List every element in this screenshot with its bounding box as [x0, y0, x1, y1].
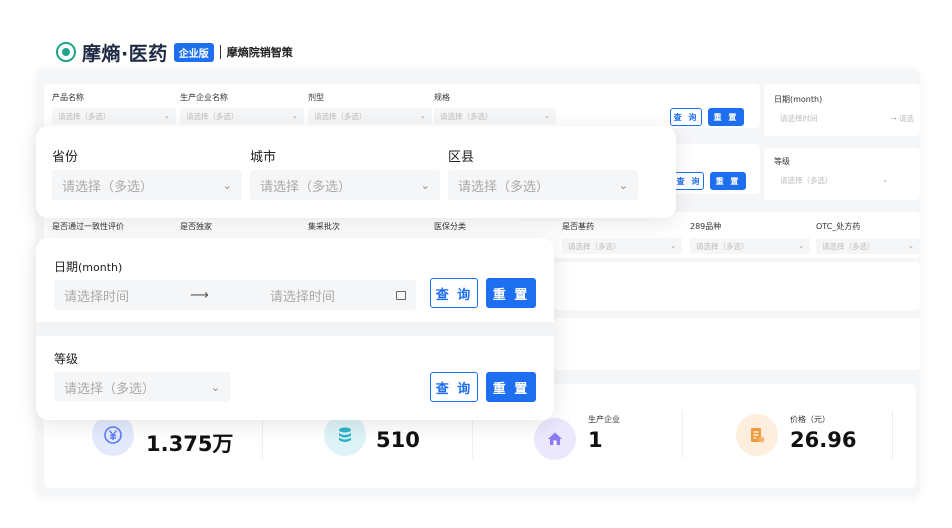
- query-button-grade[interactable]: 查 询: [430, 372, 478, 402]
- chevron-down-icon: ⌄: [292, 112, 298, 120]
- essential-drug-select[interactable]: 请选择（多选） ⌄: [562, 238, 682, 254]
- manufacturer-select[interactable]: 请选择（多选） ⌄: [180, 108, 304, 124]
- document-icon: [736, 414, 778, 456]
- chevron-down-icon: ⌄: [908, 242, 914, 250]
- stat-value-1: 1.375万: [146, 432, 234, 456]
- filter-label-289: 289品种: [690, 222, 722, 231]
- reset-button-row2[interactable]: 重 置: [710, 172, 746, 190]
- city-label: 城市: [250, 150, 277, 165]
- filter-label-essential: 是否基药: [562, 222, 594, 231]
- header-divider: [219, 45, 221, 59]
- product-select[interactable]: 请选择（多选） ⌄: [52, 108, 176, 124]
- province-label: 省份: [52, 150, 79, 165]
- query-button-top[interactable]: 查 询: [670, 108, 702, 126]
- chevron-down-icon: ⌄: [618, 178, 628, 192]
- filter-label-otc: OTC_处方药: [816, 222, 861, 231]
- filter-label-manufacturer: 生产企业名称: [180, 93, 228, 102]
- enterprise-badge: 企业版: [173, 42, 214, 62]
- query-button-row2[interactable]: 查 询: [674, 172, 704, 190]
- date-range-input-right[interactable]: 请选择时间 → 请选: [774, 110, 920, 126]
- chevron-down-icon: ⌄: [164, 112, 170, 120]
- start-date-placeholder: 请选择时间: [64, 289, 130, 305]
- filter-label-vbp: 集采批次: [308, 222, 340, 231]
- reset-button-grade[interactable]: 重 置: [486, 372, 536, 402]
- filter-label-date: 日期(month): [774, 95, 823, 104]
- date-grade-popup: 日期(month) 请选择时间 ⟶ 请选择时间 查 询 重 置 等级 请选择（多…: [36, 238, 554, 420]
- chevron-down-icon: ⌄: [420, 112, 426, 120]
- filter-label-insurance: 医保分类: [434, 222, 466, 231]
- logo-icon: [56, 42, 76, 62]
- stat-divider: [682, 410, 683, 458]
- reset-button-top[interactable]: 重 置: [708, 108, 744, 126]
- spec-select[interactable]: 请选择（多选） ⌄: [434, 108, 556, 124]
- filter-label-grade-right: 等级: [774, 157, 790, 166]
- stat-value-4: 26.96: [790, 428, 857, 452]
- database-icon: [324, 414, 366, 456]
- grade-label: 等级: [54, 352, 79, 366]
- stat-divider: [892, 410, 893, 458]
- calendar-icon: [396, 290, 406, 300]
- filter-label-exclusive: 是否独家: [180, 222, 212, 231]
- arrow-right-icon: ⟶: [190, 287, 209, 303]
- stat-label-3: 生产企业: [588, 415, 620, 424]
- end-date-placeholder: 请选择时间: [269, 289, 335, 305]
- app-subtitle: 摩熵院销智策: [226, 46, 293, 59]
- stat-value-2: 510: [376, 428, 420, 452]
- date-range-input[interactable]: 请选择时间 ⟶ 请选择时间: [54, 280, 416, 310]
- stat-value-3: 1: [588, 428, 603, 452]
- filter-label-spec: 规格: [434, 93, 450, 102]
- province-select[interactable]: 请选择（多选） ⌄: [52, 170, 242, 200]
- chevron-down-icon: ⌄: [882, 176, 888, 184]
- chevron-down-icon: ⌄: [222, 178, 232, 192]
- filter-label-dosage: 剂型: [308, 93, 324, 102]
- chevron-down-icon: ⌄: [420, 178, 430, 192]
- reset-button[interactable]: 重 置: [486, 278, 536, 308]
- filter-label-consistency: 是否通过一致性评价: [52, 222, 124, 231]
- city-select[interactable]: 请选择（多选） ⌄: [250, 170, 440, 200]
- grade-select-right[interactable]: 请选择（多选） ⌄: [774, 172, 894, 188]
- empty-panel-b: [554, 318, 920, 370]
- chevron-down-icon: ⌄: [210, 380, 220, 394]
- stat-label-4: 价格（元）: [790, 415, 830, 424]
- date-label: 日期(month): [54, 260, 123, 274]
- app-logo-text: 摩熵·医药: [82, 42, 168, 65]
- county-label: 区县: [448, 150, 475, 165]
- chevron-down-icon: ⌄: [670, 242, 676, 250]
- empty-panel-a: [554, 262, 920, 310]
- app-header: 摩熵·医药 企业版 摩熵院销智策: [56, 38, 293, 66]
- grade-select[interactable]: 请选择（多选） ⌄: [54, 372, 230, 402]
- home-icon: [534, 418, 576, 460]
- region-filter-popup: 省份 请选择（多选） ⌄ 城市 请选择（多选） ⌄ 区县 请选择（多选） ⌄: [36, 126, 676, 218]
- county-select[interactable]: 请选择（多选） ⌄: [448, 170, 638, 200]
- chevron-down-icon: ⌄: [544, 112, 550, 120]
- yuan-icon: [92, 414, 134, 456]
- filter-label-product: 产品名称: [52, 93, 84, 102]
- chevron-down-icon: ⌄: [798, 242, 804, 250]
- otc-select[interactable]: 请选择（多选） ⌄: [816, 238, 920, 254]
- popup-separator: [36, 322, 554, 336]
- query-button[interactable]: 查 询: [430, 278, 478, 308]
- dosage-select[interactable]: 请选择（多选） ⌄: [308, 108, 432, 124]
- v289-select[interactable]: 请选择（多选） ⌄: [690, 238, 810, 254]
